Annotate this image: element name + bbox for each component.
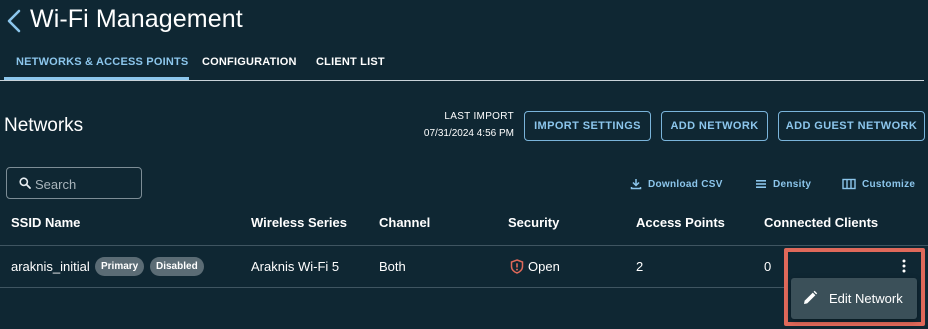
section-title: Networks	[4, 115, 84, 136]
primary-badge: Primary	[95, 257, 145, 276]
download-csv-button[interactable]: Download CSV	[630, 177, 723, 191]
last-import-timestamp: 07/31/2024 4:56 PM	[423, 128, 514, 139]
add-network-button[interactable]: Add Network	[661, 111, 768, 141]
add-guest-network-button[interactable]: Add Guest Network	[778, 111, 925, 141]
column-header-channel[interactable]: Channel	[379, 215, 430, 230]
tab-networks-access-points[interactable]: Networks & Access Points	[16, 44, 188, 81]
search-icon	[19, 177, 31, 189]
search-input[interactable]	[35, 174, 135, 194]
column-header-security[interactable]: Security	[508, 215, 559, 230]
pencil-icon	[804, 290, 818, 304]
customize-button[interactable]: Customize	[842, 177, 915, 191]
customize-label: Customize	[862, 178, 916, 190]
columns-icon	[842, 178, 856, 190]
disabled-badge: Disabled	[150, 257, 204, 276]
density-icon	[756, 180, 766, 188]
chevron-left-icon[interactable]	[4, 9, 24, 33]
ssid-name: araknis_initial	[11, 259, 90, 274]
more-vert-icon[interactable]	[896, 258, 912, 274]
download-icon	[630, 179, 642, 190]
tab-configuration[interactable]: Configuration	[202, 44, 297, 81]
channel-cell: Both	[379, 259, 406, 274]
page-title: Wi-Fi Management	[30, 5, 243, 33]
edit-network-menu-item[interactable]: Edit Network	[791, 278, 917, 319]
table-header-divider	[0, 245, 928, 246]
access-points-cell: 2	[636, 259, 644, 274]
density-button[interactable]: Density	[755, 177, 811, 191]
edit-network-label: Edit Network	[829, 291, 903, 306]
connected-clients-cell: 0	[764, 259, 772, 274]
download-csv-label: Download CSV	[648, 178, 723, 190]
import-settings-button[interactable]: Import Settings	[524, 111, 651, 141]
column-header-ssid[interactable]: SSID Name	[11, 215, 80, 230]
column-header-wireless-series[interactable]: Wireless Series	[251, 215, 347, 230]
last-import-label: LAST IMPORT	[444, 111, 514, 122]
tabs-divider	[0, 80, 924, 81]
density-label: Density	[773, 178, 812, 190]
row-divider	[0, 287, 784, 288]
wireless-series-cell: Araknis Wi-Fi 5	[251, 259, 340, 274]
column-header-connected-clients[interactable]: Connected Clients	[764, 215, 878, 230]
security-cell: Open	[528, 259, 560, 274]
tab-client-list[interactable]: Client List	[316, 44, 385, 81]
shield-alert-icon	[510, 259, 524, 274]
search-box[interactable]	[6, 167, 142, 199]
tab-bar: Networks & Access Points Configuration C…	[0, 44, 928, 81]
column-header-access-points[interactable]: Access Points	[636, 215, 725, 230]
